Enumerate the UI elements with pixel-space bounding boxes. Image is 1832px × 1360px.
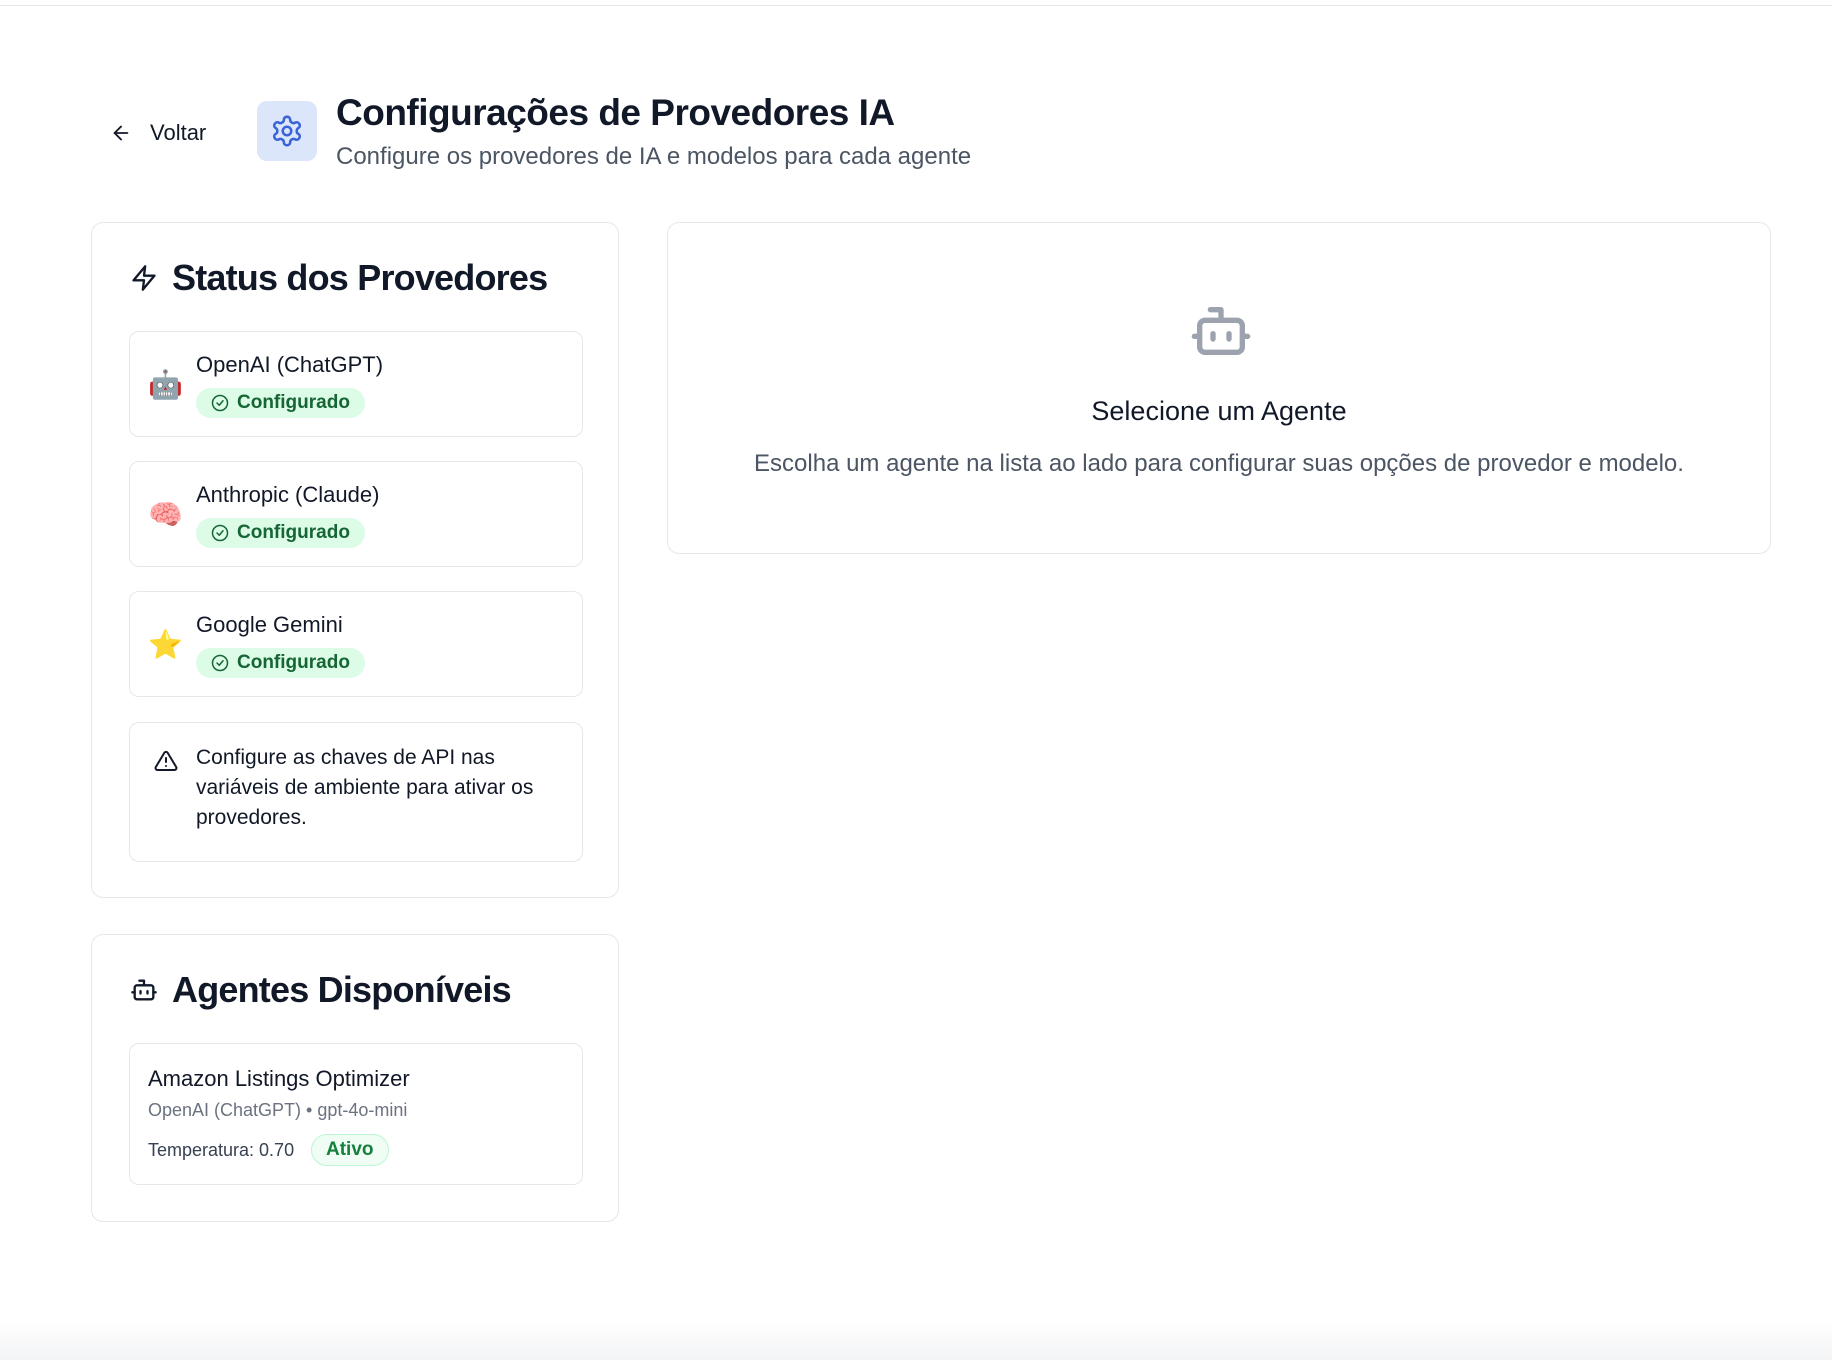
top-border <box>0 0 1832 6</box>
api-key-warning: Configure as chaves de API nas variáveis… <box>129 722 583 862</box>
provider-status-card: Status dos Provedores 🤖 OpenAI (ChatGPT)… <box>91 222 619 898</box>
check-circle-icon <box>211 394 229 412</box>
zap-icon <box>132 265 156 291</box>
status-badge-label: Configurado <box>237 522 350 543</box>
status-badge: Configurado <box>196 518 365 548</box>
status-badge-label: Configurado <box>237 392 350 413</box>
brain-icon: 🧠 <box>148 499 183 530</box>
agent-name: Amazon Listings Optimizer <box>148 1066 410 1091</box>
empty-state-title: Selecione um Agente <box>1091 396 1347 426</box>
gear-icon <box>272 115 302 147</box>
robot-icon: 🤖 <box>148 369 183 400</box>
agent-temperature: Temperatura: 0.70 <box>148 1140 295 1160</box>
provider-item-openai: 🤖 OpenAI (ChatGPT) Configurado <box>129 331 583 437</box>
status-badge: Configurado <box>196 388 365 418</box>
header-gear-badge <box>257 101 317 161</box>
bottom-fade <box>0 1320 1832 1360</box>
status-card-title: Status dos Provedores <box>130 257 548 299</box>
agents-card: Agentes Disponíveis Amazon Listings Opti… <box>91 934 619 1222</box>
bot-icon <box>131 979 157 1001</box>
provider-name: Google Gemini <box>196 612 343 637</box>
star-icon: ⭐ <box>148 629 183 660</box>
agent-list-item[interactable]: Amazon Listings Optimizer OpenAI (ChatGP… <box>129 1043 583 1185</box>
empty-state-description: Escolha um agente na lista ao lado para … <box>754 450 1684 477</box>
provider-item-anthropic: 🧠 Anthropic (Claude) Configurado <box>129 461 583 567</box>
back-label: Voltar <box>150 120 207 145</box>
check-circle-icon <box>211 654 229 672</box>
status-badge-label: Configurado <box>237 652 350 673</box>
page-title: Configurações de Provedores IA <box>336 92 895 133</box>
check-circle-icon <box>211 524 229 542</box>
agent-config-empty-state: Selecione um Agente Escolha um agente na… <box>667 222 1771 554</box>
agents-card-title: Agentes Disponíveis <box>130 969 512 1011</box>
agent-status-badge: Ativo <box>311 1134 389 1166</box>
provider-name: Anthropic (Claude) <box>196 482 380 507</box>
provider-name: OpenAI (ChatGPT) <box>196 352 384 377</box>
status-card-title-text: Status dos Provedores <box>172 257 548 298</box>
status-badge: Configurado <box>196 648 365 678</box>
arrow-left-icon <box>113 125 129 141</box>
alert-triangle-icon <box>154 750 178 771</box>
back-button[interactable]: Voltar <box>100 110 216 156</box>
agent-provider-model: OpenAI (ChatGPT) • gpt-4o-mini <box>148 1100 408 1120</box>
provider-item-gemini: ⭐ Google Gemini Configurado <box>129 591 583 697</box>
agents-card-title-text: Agentes Disponíveis <box>172 969 512 1010</box>
page-subtitle: Configure os provedores de IA e modelos … <box>336 143 972 170</box>
warning-text: Configure as chaves de API nas variáveis… <box>196 746 534 829</box>
bot-icon <box>1191 307 1251 355</box>
